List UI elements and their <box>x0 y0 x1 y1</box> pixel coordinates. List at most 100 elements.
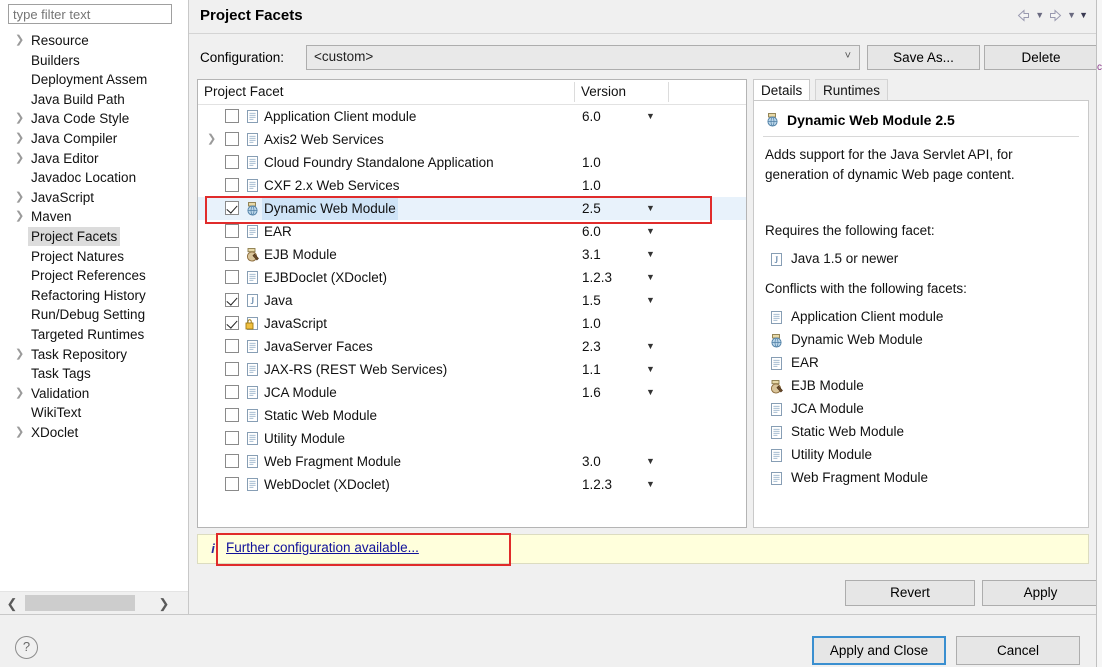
save-as-button[interactable]: Save As... <box>867 45 980 70</box>
facet-row[interactable]: Application Client module 6.0 ▼ <box>198 105 746 128</box>
tab-details[interactable]: Details <box>753 79 811 101</box>
sidebar-item-project-facets[interactable]: Project Facets <box>0 226 188 247</box>
sidebar-item-java-editor[interactable]: ❯ Java Editor <box>0 149 188 169</box>
facet-checkbox[interactable] <box>225 270 239 284</box>
facet-row[interactable]: EJBDoclet (XDoclet) 1.2.3 ▼ <box>198 266 746 289</box>
scrollbar-thumb[interactable] <box>25 595 135 611</box>
facet-row[interactable]: CXF 2.x Web Services 1.0 <box>198 174 746 197</box>
facet-row[interactable]: JAX-RS (REST Web Services) 1.1 ▼ <box>198 358 746 381</box>
version-chevron-down-icon[interactable]: ▼ <box>646 358 655 381</box>
sidebar-item-javascript[interactable]: ❯ JavaScript <box>0 188 188 208</box>
facet-checkbox[interactable] <box>225 178 239 192</box>
cancel-button[interactable]: Cancel <box>956 636 1080 665</box>
facet-row[interactable]: Utility Module <box>198 427 746 450</box>
expand-chevron-right-icon[interactable]: ❯ <box>15 129 25 149</box>
sidebar-item-project-references[interactable]: Project References <box>0 266 188 286</box>
filter-input[interactable] <box>8 4 172 24</box>
apply-button[interactable]: Apply <box>982 580 1099 606</box>
facet-checkbox[interactable] <box>225 201 239 215</box>
version-chevron-down-icon[interactable]: ▼ <box>646 243 655 266</box>
sidebar-item-validation[interactable]: ❯ Validation <box>0 384 188 404</box>
facet-row[interactable]: EAR 6.0 ▼ <box>198 220 746 243</box>
facet-row[interactable]: JavaScript 1.0 <box>198 312 746 335</box>
facet-checkbox[interactable] <box>225 316 239 330</box>
delete-button[interactable]: Delete <box>984 45 1098 70</box>
version-chevron-down-icon[interactable]: ▼ <box>646 335 655 358</box>
facet-row[interactable]: WebDoclet (XDoclet) 1.2.3 ▼ <box>198 473 746 496</box>
sidebar-horizontal-scrollbar[interactable]: ❮ ❯ <box>0 591 188 615</box>
sidebar-item-xdoclet[interactable]: ❯ XDoclet <box>0 423 188 443</box>
expand-chevron-right-icon[interactable]: ❯ <box>15 188 25 208</box>
facet-row[interactable]: J Java 1.5 ▼ <box>198 289 746 312</box>
sidebar-item-targeted-runtimes[interactable]: Targeted Runtimes <box>0 325 188 345</box>
revert-button[interactable]: Revert <box>845 580 975 606</box>
expand-chevron-right-icon[interactable]: ❯ <box>15 109 25 129</box>
facet-checkbox[interactable] <box>225 477 239 491</box>
facet-row[interactable]: Static Web Module <box>198 404 746 427</box>
facet-row[interactable]: JCA Module 1.6 ▼ <box>198 381 746 404</box>
expand-chevron-right-icon[interactable]: ❯ <box>15 207 25 227</box>
expand-chevron-right-icon[interactable]: ❯ <box>15 384 25 404</box>
apply-and-close-button[interactable]: Apply and Close <box>812 636 946 665</box>
facet-row[interactable]: Web Fragment Module 3.0 ▼ <box>198 450 746 473</box>
sidebar-item-javadoc-location[interactable]: Javadoc Location <box>0 168 188 188</box>
version-chevron-down-icon[interactable]: ▼ <box>646 450 655 473</box>
help-icon[interactable]: ? <box>15 636 38 659</box>
tab-runtimes[interactable]: Runtimes <box>815 79 889 101</box>
facet-row[interactable]: Cloud Foundry Standalone Application 1.0 <box>198 151 746 174</box>
further-configuration-link[interactable]: Further configuration available... <box>226 540 419 555</box>
chevron-right-icon[interactable]: ❯ <box>155 592 173 615</box>
sidebar-item-java-code-style[interactable]: ❯ Java Code Style <box>0 109 188 129</box>
facet-row[interactable]: JavaServer Faces 2.3 ▼ <box>198 335 746 358</box>
version-chevron-down-icon[interactable]: ▼ <box>646 289 655 312</box>
expand-chevron-right-icon[interactable]: ❯ <box>15 31 25 51</box>
view-menu-chevron-down-icon[interactable]: ▼ <box>1079 7 1088 24</box>
back-arrow-icon[interactable] <box>1015 7 1032 24</box>
column-header-project-facet[interactable]: Project Facet <box>204 80 284 104</box>
facet-checkbox[interactable] <box>225 293 239 307</box>
forward-history-chevron-down-icon[interactable]: ▼ <box>1067 7 1076 24</box>
expand-chevron-right-icon[interactable]: ❯ <box>15 149 25 169</box>
configuration-combo[interactable]: <custom> ˅ <box>306 45 860 70</box>
facet-checkbox[interactable] <box>225 339 239 353</box>
expand-chevron-right-icon[interactable]: ❯ <box>207 128 217 151</box>
sidebar-item-task-tags[interactable]: Task Tags <box>0 364 188 384</box>
facet-checkbox[interactable] <box>225 109 239 123</box>
version-chevron-down-icon[interactable]: ▼ <box>646 220 655 243</box>
sidebar-item-builders[interactable]: Builders <box>0 51 188 71</box>
facet-checkbox[interactable] <box>225 454 239 468</box>
project-facet-table[interactable]: Project Facet Version Application Client… <box>197 79 747 528</box>
sidebar-item-resource[interactable]: ❯ Resource <box>0 31 188 51</box>
chevron-left-icon[interactable]: ❮ <box>3 592 21 615</box>
facet-row[interactable]: EJB Module 3.1 ▼ <box>198 243 746 266</box>
expand-chevron-right-icon[interactable]: ❯ <box>15 345 25 365</box>
facet-row[interactable]: Dynamic Web Module 2.5 ▼ <box>198 197 746 220</box>
sidebar-item-refactoring-history[interactable]: Refactoring History <box>0 286 188 306</box>
version-chevron-down-icon[interactable]: ▼ <box>646 473 655 496</box>
expand-chevron-right-icon[interactable]: ❯ <box>15 423 25 443</box>
sidebar-item-java-compiler[interactable]: ❯ Java Compiler <box>0 129 188 149</box>
facet-checkbox[interactable] <box>225 247 239 261</box>
sidebar-item-project-natures[interactable]: Project Natures <box>0 247 188 267</box>
facet-checkbox[interactable] <box>225 132 239 146</box>
sidebar-item-maven[interactable]: ❯ Maven <box>0 207 188 227</box>
sidebar-item-task-repository[interactable]: ❯ Task Repository <box>0 345 188 365</box>
column-header-version[interactable]: Version <box>581 80 626 104</box>
page-navigation-toolbar[interactable]: ▼ ▼ ▼ <box>1015 5 1088 25</box>
version-chevron-down-icon[interactable]: ▼ <box>646 197 655 220</box>
back-history-chevron-down-icon[interactable]: ▼ <box>1035 7 1044 24</box>
preferences-tree[interactable]: ❯ Resource Builders Deployment Assem Java Bu… <box>0 31 188 591</box>
sidebar-item-java-build-path[interactable]: Java Build Path <box>0 90 188 110</box>
facet-checkbox[interactable] <box>225 155 239 169</box>
forward-arrow-icon[interactable] <box>1047 7 1064 24</box>
facet-checkbox[interactable] <box>225 385 239 399</box>
version-chevron-down-icon[interactable]: ▼ <box>646 381 655 404</box>
facet-checkbox[interactable] <box>225 431 239 445</box>
version-chevron-down-icon[interactable]: ▼ <box>646 105 655 128</box>
sidebar-item-wikitext[interactable]: WikiText <box>0 403 188 423</box>
version-chevron-down-icon[interactable]: ▼ <box>646 266 655 289</box>
facet-row[interactable]: ❯ Axis2 Web Services <box>198 128 746 151</box>
facet-checkbox[interactable] <box>225 224 239 238</box>
facet-checkbox[interactable] <box>225 362 239 376</box>
sidebar-item-run-debug-setting[interactable]: Run/Debug Setting <box>0 305 188 325</box>
